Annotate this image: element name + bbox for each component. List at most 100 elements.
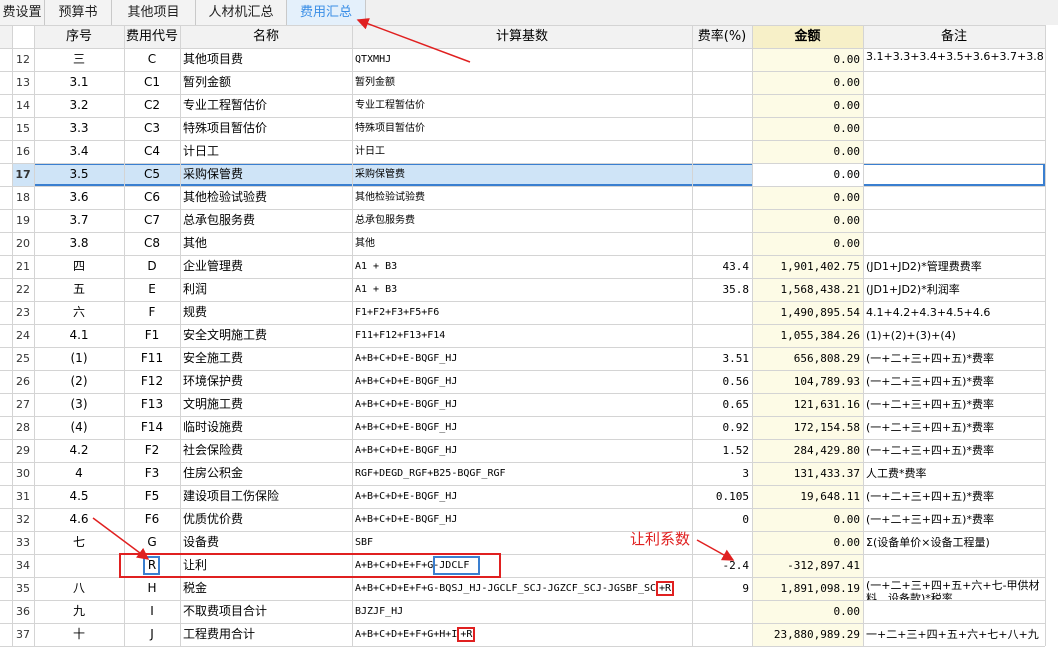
tab-fee-settings[interactable]: 费设置 — [0, 0, 45, 25]
cell-note[interactable]: Σ(设备单价×设备工程量) — [863, 531, 1045, 554]
cell-code[interactable]: C6 — [124, 186, 180, 209]
cell-code[interactable]: J — [124, 623, 180, 646]
cell-seq[interactable]: 五 — [34, 278, 124, 301]
cell-seq[interactable]: 三 — [34, 48, 124, 71]
cell-name[interactable]: 其他项目费 — [180, 48, 352, 71]
cell-amount[interactable]: 19,648.11 — [752, 485, 863, 508]
cell-note[interactable] — [863, 163, 1045, 186]
cell-basis[interactable]: 暂列金额 — [352, 71, 692, 94]
cell-rate[interactable] — [692, 163, 752, 186]
cell-note[interactable] — [863, 232, 1045, 255]
cell-rate[interactable]: 3 — [692, 462, 752, 485]
cell-code[interactable]: F14 — [124, 416, 180, 439]
cell-note[interactable] — [863, 140, 1045, 163]
cell-note[interactable] — [863, 209, 1045, 232]
row-number[interactable]: 35 — [12, 577, 34, 600]
cell-name[interactable]: 采购保管费 — [180, 163, 352, 186]
cell-note[interactable]: (一+二+三+四+五)*费率 — [863, 370, 1045, 393]
cell-rate[interactable]: 0.65 — [692, 393, 752, 416]
tab-budget-book[interactable]: 预算书 — [45, 0, 112, 25]
cell-seq[interactable]: 十 — [34, 623, 124, 646]
cell-amount[interactable]: 1,901,402.75 — [752, 255, 863, 278]
cell-rate[interactable] — [692, 117, 752, 140]
cell-rate[interactable]: 43.4 — [692, 255, 752, 278]
cell-amount[interactable]: 1,891,098.19 — [752, 577, 863, 600]
cell-name[interactable]: 企业管理费 — [180, 255, 352, 278]
cell-seq[interactable]: 3.6 — [34, 186, 124, 209]
cell-seq[interactable]: (3) — [34, 393, 124, 416]
header-basis[interactable]: 计算基数 — [352, 25, 692, 48]
cell-seq[interactable]: (1) — [34, 347, 124, 370]
cell-code[interactable]: G — [124, 531, 180, 554]
cell-amount[interactable]: 1,490,895.54 — [752, 301, 863, 324]
cell-note[interactable]: (一+二+三+四+五)*费率 — [863, 485, 1045, 508]
cell-seq[interactable]: 3.4 — [34, 140, 124, 163]
cell-code[interactable]: F2 — [124, 439, 180, 462]
cell-rate[interactable] — [692, 140, 752, 163]
cell-basis[interactable]: F11+F12+F13+F14 — [352, 324, 692, 347]
row-number[interactable]: 34 — [12, 554, 34, 577]
cell-code[interactable]: C4 — [124, 140, 180, 163]
cell-code[interactable]: F12 — [124, 370, 180, 393]
cell-seq[interactable]: (2) — [34, 370, 124, 393]
cell-name[interactable]: 其他 — [180, 232, 352, 255]
cell-amount[interactable]: 0.00 — [752, 508, 863, 531]
cell-code[interactable]: F11 — [124, 347, 180, 370]
cell-basis[interactable]: 其他检验试验费 — [352, 186, 692, 209]
cell-amount[interactable]: 1,568,438.21 — [752, 278, 863, 301]
cell-basis[interactable]: 其他 — [352, 232, 692, 255]
cell-code[interactable]: E — [124, 278, 180, 301]
cell-basis[interactable]: A+B+C+D+E+F+G-BQSJ_HJ-JGCLF_SCJ-JGZCF_SC… — [352, 577, 692, 600]
cell-code[interactable]: F3 — [124, 462, 180, 485]
row-number[interactable]: 26 — [12, 370, 34, 393]
cell-amount[interactable]: 1,055,384.26 — [752, 324, 863, 347]
cell-amount[interactable]: 0.00 — [752, 600, 863, 623]
cell-rate[interactable]: 35.8 — [692, 278, 752, 301]
cell-note[interactable] — [863, 94, 1045, 117]
cell-code[interactable]: C1 — [124, 71, 180, 94]
cell-rate[interactable]: -2.4 — [692, 554, 752, 577]
cell-note[interactable]: 3.1+3.3+3.4+3.5+3.6+3.7+3.8 — [863, 48, 1045, 71]
row-number[interactable]: 27 — [12, 393, 34, 416]
cell-amount[interactable]: 0.00 — [752, 232, 863, 255]
header-note[interactable]: 备注 — [863, 25, 1045, 48]
cell-rate[interactable] — [692, 232, 752, 255]
cell-basis[interactable]: 总承包服务费 — [352, 209, 692, 232]
cell-basis[interactable]: BJZJF_HJ — [352, 600, 692, 623]
row-number[interactable]: 20 — [12, 232, 34, 255]
cell-rate[interactable]: 9 — [692, 577, 752, 600]
cell-rate[interactable] — [692, 209, 752, 232]
cell-amount[interactable]: 172,154.58 — [752, 416, 863, 439]
cell-basis[interactable]: RGF+DEGD_RGF+B25-BQGF_RGF — [352, 462, 692, 485]
cell-name[interactable]: 特殊项目暂估价 — [180, 117, 352, 140]
row-number[interactable]: 13 — [12, 71, 34, 94]
cell-rate[interactable] — [692, 186, 752, 209]
row-number[interactable]: 25 — [12, 347, 34, 370]
header-seq[interactable]: 序号 — [34, 25, 124, 48]
row-number[interactable]: 21 — [12, 255, 34, 278]
cell-name[interactable]: 税金 — [180, 577, 352, 600]
tab-labor-material-summary[interactable]: 人材机汇总 — [196, 0, 287, 25]
row-number[interactable]: 23 — [12, 301, 34, 324]
cell-name[interactable]: 安全文明施工费 — [180, 324, 352, 347]
cell-rate[interactable] — [692, 94, 752, 117]
cell-note[interactable]: (1)+(2)+(3)+(4) — [863, 324, 1045, 347]
row-number[interactable]: 31 — [12, 485, 34, 508]
cell-seq[interactable]: 4 — [34, 462, 124, 485]
cell-amount[interactable]: 0.00 — [752, 163, 863, 186]
cell-name[interactable]: 设备费 — [180, 531, 352, 554]
cell-amount[interactable]: 656,808.29 — [752, 347, 863, 370]
cell-code[interactable]: F1 — [124, 324, 180, 347]
cell-amount[interactable]: 0.00 — [752, 117, 863, 140]
row-number[interactable]: 29 — [12, 439, 34, 462]
cell-seq[interactable]: 3.8 — [34, 232, 124, 255]
header-name[interactable]: 名称 — [180, 25, 352, 48]
cell-name[interactable]: 总承包服务费 — [180, 209, 352, 232]
cell-basis[interactable]: F1+F2+F3+F5+F6 — [352, 301, 692, 324]
cell-code[interactable]: I — [124, 600, 180, 623]
cell-note[interactable]: (一+二+三+四+五)*费率 — [863, 347, 1045, 370]
cell-note[interactable] — [863, 117, 1045, 140]
cell-amount[interactable]: -312,897.41 — [752, 554, 863, 577]
row-number[interactable]: 17 — [12, 163, 34, 186]
cell-rate[interactable] — [692, 324, 752, 347]
